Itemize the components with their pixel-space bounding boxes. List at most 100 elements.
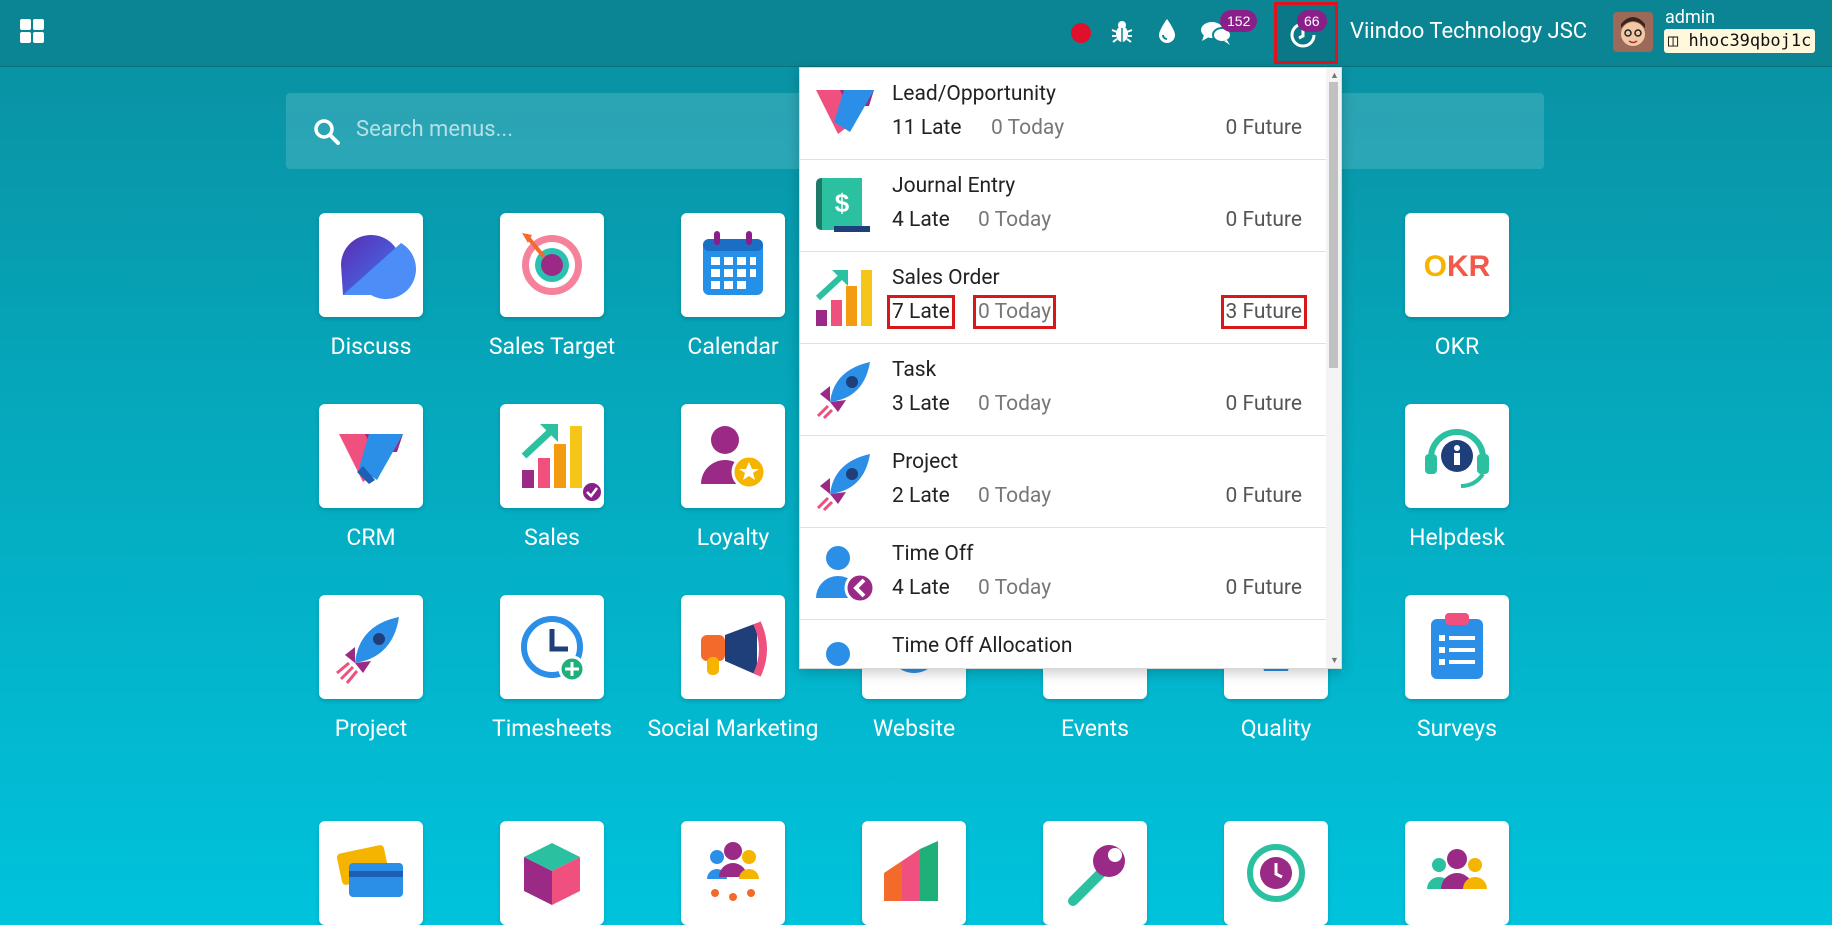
okr-icon: OKR bbox=[1405, 213, 1509, 317]
svg-text:OKR: OKR bbox=[1424, 250, 1491, 283]
late-count[interactable]: 3 Late bbox=[892, 392, 950, 416]
app-loyalty[interactable]: Loyalty bbox=[643, 404, 823, 556]
activity-row-journal-entry[interactable]: $ Journal Entry 4 Late 0 Today 0 Future bbox=[800, 160, 1326, 252]
future-count[interactable]: 0 Future bbox=[1226, 576, 1302, 600]
search-placeholder: Search menus... bbox=[356, 117, 514, 142]
database-icon: ◫ bbox=[1668, 31, 1679, 51]
app-label: Sales Target bbox=[488, 333, 616, 360]
activity-row-lead-opportunity[interactable]: Lead/Opportunity 11 Late 0 Today 0 Futur… bbox=[800, 68, 1326, 160]
app-inventory[interactable] bbox=[462, 821, 642, 925]
discuss-icon bbox=[319, 213, 423, 317]
app-helpdesk[interactable]: Helpdesk bbox=[1367, 404, 1547, 556]
activity-name: Journal Entry bbox=[892, 174, 1016, 198]
color-drop-icon[interactable] bbox=[1157, 18, 1177, 44]
future-count[interactable]: 0 Future bbox=[1226, 116, 1302, 140]
today-count[interactable]: 0 Today bbox=[978, 484, 1051, 508]
rocket-icon bbox=[319, 595, 423, 699]
app-label: Events bbox=[1060, 715, 1130, 742]
app-menu-icon[interactable] bbox=[18, 17, 46, 45]
app-surveys[interactable]: Surveys bbox=[1367, 595, 1547, 747]
app-label: OKR bbox=[1434, 333, 1480, 360]
app-label: Website bbox=[872, 715, 956, 742]
today-count[interactable]: 0 Today bbox=[991, 116, 1064, 140]
app-accounting[interactable] bbox=[824, 821, 1004, 925]
app-discuss[interactable]: Discuss bbox=[281, 213, 461, 365]
today-count[interactable]: 0 Today bbox=[978, 576, 1051, 600]
top-navbar: 152 66 Viindoo Technology JSC admin ◫ hh… bbox=[0, 0, 1832, 67]
record-icon[interactable] bbox=[1071, 23, 1091, 43]
app-label: Quality bbox=[1240, 715, 1312, 742]
app-project[interactable]: Project bbox=[281, 595, 461, 747]
accounting-icon bbox=[862, 821, 966, 925]
app-appraisal[interactable] bbox=[643, 821, 823, 925]
late-count[interactable]: 7 Late bbox=[887, 295, 955, 329]
app-payment[interactable] bbox=[281, 821, 461, 925]
app-timesheets[interactable]: Timesheets bbox=[462, 595, 642, 747]
scroll-up-icon[interactable]: ▲ bbox=[1330, 70, 1339, 81]
app-calendar[interactable]: Calendar bbox=[643, 213, 823, 365]
late-count[interactable]: 4 Late bbox=[892, 576, 950, 600]
handshake-icon bbox=[319, 404, 423, 508]
megaphone-icon bbox=[681, 595, 785, 699]
activity-name: Project bbox=[892, 450, 959, 474]
app-employees[interactable] bbox=[1367, 821, 1547, 925]
app-label: Project bbox=[334, 715, 408, 742]
activity-row-task[interactable]: Task 3 Late 0 Today 0 Future bbox=[800, 344, 1326, 436]
clipboard-icon bbox=[1405, 595, 1509, 699]
avatar[interactable] bbox=[1613, 12, 1653, 52]
chat-count-badge: 152 bbox=[1220, 10, 1258, 32]
app-sales-target[interactable]: Sales Target bbox=[462, 213, 642, 365]
today-count[interactable]: 0 Today bbox=[972, 295, 1057, 329]
activity-row-sales-order[interactable]: Sales Order 7 Late 0 Today 3 Future bbox=[800, 252, 1326, 344]
scrollbar-thumb[interactable] bbox=[1329, 82, 1338, 368]
scroll-down-icon[interactable]: ▼ bbox=[1330, 655, 1339, 666]
future-count[interactable]: 0 Future bbox=[1226, 484, 1302, 508]
team-rating-icon bbox=[681, 821, 785, 925]
dropdown-scrollbar[interactable]: ▲ ▼ bbox=[1326, 68, 1341, 668]
activity-row-time-off[interactable]: Time Off 4 Late 0 Today 0 Future bbox=[800, 528, 1326, 620]
app-sales[interactable]: Sales bbox=[462, 404, 642, 556]
future-count[interactable]: 0 Future bbox=[1226, 208, 1302, 232]
late-count[interactable]: 11 Late bbox=[892, 116, 962, 140]
app-label: Sales bbox=[524, 524, 580, 551]
activity-name: Time Off bbox=[892, 542, 974, 566]
app-maintenance[interactable] bbox=[1005, 821, 1185, 925]
late-count[interactable]: 2 Late bbox=[892, 484, 950, 508]
activity-row-project[interactable]: Project 2 Late 0 Today 0 Future bbox=[800, 436, 1326, 528]
bug-icon[interactable] bbox=[1110, 19, 1134, 45]
cube-icon bbox=[500, 821, 604, 925]
app-label: Calendar bbox=[687, 333, 779, 360]
future-count[interactable]: 0 Future bbox=[1226, 392, 1302, 416]
company-switcher[interactable]: Viindoo Technology JSC bbox=[1350, 19, 1587, 44]
app-social-marketing[interactable]: Social Marketing bbox=[643, 595, 823, 747]
attendance-clock-icon bbox=[1224, 821, 1328, 925]
today-count[interactable]: 0 Today bbox=[978, 208, 1051, 232]
database-name: hhoc39qboj1c bbox=[1688, 31, 1812, 51]
app-okr[interactable]: OKR OKR bbox=[1367, 213, 1547, 365]
activity-name: Task bbox=[892, 358, 937, 382]
sales-chart-icon bbox=[500, 404, 604, 508]
app-crm[interactable]: CRM bbox=[281, 404, 461, 556]
app-attendance[interactable] bbox=[1186, 821, 1366, 925]
app-label: CRM bbox=[346, 524, 396, 551]
time-off-icon bbox=[816, 546, 876, 604]
invoice-scroll-icon: $ bbox=[816, 178, 870, 232]
activity-dropdown: Lead/Opportunity 11 Late 0 Today 0 Futur… bbox=[799, 67, 1342, 669]
activity-row-time-off-allocation[interactable]: Time Off Allocation bbox=[800, 620, 1326, 668]
target-icon bbox=[500, 213, 604, 317]
sales-chart-icon bbox=[815, 270, 872, 326]
time-off-allocation-icon bbox=[826, 642, 850, 666]
database-chip: ◫ hhoc39qboj1c bbox=[1664, 29, 1816, 53]
user-name[interactable]: admin bbox=[1665, 7, 1715, 28]
activity-name: Sales Order bbox=[892, 266, 1000, 290]
late-count[interactable]: 4 Late bbox=[892, 208, 950, 232]
future-count[interactable]: 3 Future bbox=[1220, 295, 1308, 329]
app-label: Surveys bbox=[1416, 715, 1498, 742]
activity-name: Time Off Allocation bbox=[892, 634, 1073, 658]
search-icon bbox=[314, 119, 340, 145]
handshake-icon bbox=[816, 90, 874, 134]
app-label: Loyalty bbox=[696, 524, 770, 551]
activity-count-badge: 66 bbox=[1297, 10, 1327, 32]
today-count[interactable]: 0 Today bbox=[978, 392, 1051, 416]
helpdesk-icon bbox=[1405, 404, 1509, 508]
